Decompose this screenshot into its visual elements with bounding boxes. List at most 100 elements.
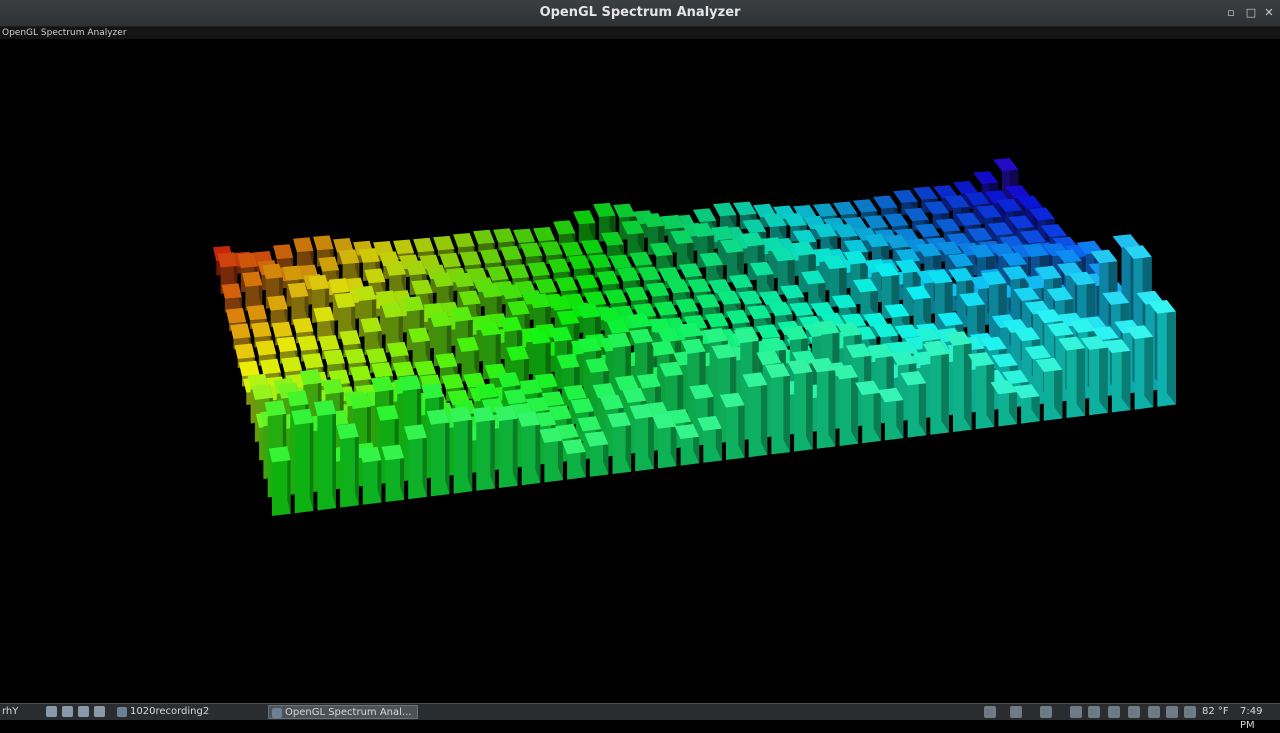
bar-top-face <box>381 444 405 461</box>
bar-top-face <box>413 237 435 253</box>
bar-top-face <box>348 393 371 409</box>
bar-top-face <box>513 228 535 243</box>
bar-top-face <box>221 283 242 299</box>
update-icon[interactable] <box>1128 706 1140 718</box>
bar-top-face <box>863 215 889 229</box>
bar-top-face <box>993 158 1019 171</box>
bar-top-face <box>414 360 437 376</box>
bar-top-face <box>693 208 717 223</box>
bar-side-face <box>332 400 336 509</box>
bar-top-face <box>459 251 482 266</box>
shield-icon[interactable] <box>1088 706 1100 718</box>
bar-top-face <box>230 323 251 339</box>
bar-top-face <box>613 203 636 218</box>
bar-side-face <box>309 408 314 511</box>
bar-top-face <box>260 358 281 375</box>
window-titlebar[interactable]: OpenGL Spectrum Analyzer ▫ □ ✕ <box>0 0 1280 27</box>
bar-top-face <box>321 378 344 395</box>
bar-top-face <box>268 446 291 463</box>
microphone-icon[interactable] <box>1166 706 1178 718</box>
bar-top-face <box>553 220 576 235</box>
bar-top-face <box>297 335 319 351</box>
spectrum-viewport[interactable] <box>0 39 1280 703</box>
task-1020recording2[interactable]: 1020recording2 <box>114 705 264 719</box>
bar-top-face <box>1112 234 1140 248</box>
bar-top-face <box>573 210 596 225</box>
task-label: 1020recording2 <box>130 706 210 717</box>
bar-top-face <box>225 308 247 324</box>
start-label: rhY <box>2 706 19 717</box>
taskbar: rhY 1020recording2 OpenGL Spectrum Anal.… <box>0 703 1280 731</box>
display-icon[interactable] <box>1040 706 1052 718</box>
bar-top-face <box>273 244 294 260</box>
terminal-icon[interactable] <box>78 706 89 717</box>
bar-top-face <box>593 202 616 218</box>
bar-top-face <box>364 268 386 284</box>
battery-icon[interactable] <box>1184 706 1196 718</box>
bar-top-face <box>833 201 858 216</box>
bar-side-face <box>783 363 790 453</box>
bar-top-face <box>713 202 737 217</box>
bar-top-face <box>318 256 339 272</box>
volume-icon[interactable] <box>1148 706 1160 718</box>
folder-icon <box>117 707 127 717</box>
bar-top-face <box>493 228 515 243</box>
bar-top-face <box>302 353 324 369</box>
show-desktop-icon[interactable] <box>46 706 57 717</box>
bar-top-face <box>242 271 263 287</box>
temperature-readout[interactable]: 82 °F <box>1202 705 1229 719</box>
bar-top-face <box>313 400 336 416</box>
bar-top-face <box>292 317 314 334</box>
bar-side-face <box>1166 300 1176 405</box>
bar-top-face <box>560 241 584 257</box>
bar-top-face <box>344 348 367 364</box>
bar-top-face <box>435 353 458 369</box>
bar-top-face <box>873 195 898 209</box>
bar-top-face <box>813 203 838 217</box>
bar-top-face <box>453 233 475 248</box>
bar-top-face <box>371 362 394 378</box>
bar-top-face <box>473 229 495 245</box>
bar-top-face <box>234 343 255 360</box>
bar-side-face <box>963 331 972 430</box>
bar-top-face <box>398 375 422 391</box>
wifi-icon[interactable] <box>1108 706 1120 718</box>
bar-top-face <box>580 239 604 254</box>
file-manager-icon[interactable] <box>62 706 73 717</box>
bar-top-face <box>318 335 340 351</box>
bar-top-face <box>251 322 272 338</box>
task-opengl-spectrum-analyzer[interactable]: OpenGL Spectrum Anal... <box>268 705 418 719</box>
window-title: OpenGL Spectrum Analyzer <box>539 5 741 20</box>
bar-top-face <box>853 199 878 213</box>
bar-top-face <box>293 237 314 253</box>
bar-top-face <box>238 360 260 377</box>
bar-top-face <box>433 235 455 251</box>
task-label: OpenGL Spectrum Anal... <box>285 707 412 718</box>
bar-top-face <box>264 400 287 417</box>
browser-icon[interactable] <box>94 706 105 717</box>
bar-top-face <box>733 201 757 216</box>
bar-top-face <box>973 171 999 185</box>
start-menu-button[interactable]: rhY <box>2 705 42 719</box>
bluetooth-icon[interactable] <box>1070 706 1082 718</box>
network-icon[interactable] <box>1010 706 1022 718</box>
maximize-icon[interactable]: □ <box>1244 6 1258 20</box>
bar-top-face <box>336 423 359 440</box>
bar-top-face <box>299 369 322 385</box>
bar-top-face <box>349 365 372 382</box>
bar-top-face <box>271 321 293 338</box>
close-icon[interactable]: ✕ <box>1262 6 1276 20</box>
spectrum-3d-scene <box>213 158 1176 516</box>
app-label: OpenGL Spectrum Analyzer <box>2 28 127 38</box>
bar-top-face <box>392 361 415 377</box>
bar-top-face <box>281 356 303 373</box>
clock[interactable]: 7:49 PM <box>1240 705 1280 731</box>
bar-side-face <box>941 341 949 433</box>
bar-top-face <box>479 249 502 264</box>
clipboard-icon[interactable] <box>984 706 996 718</box>
bar-top-face <box>267 295 288 311</box>
minimize-icon[interactable]: ▫ <box>1224 6 1238 20</box>
bar-top-face <box>359 446 382 463</box>
window-icon <box>272 708 282 718</box>
bar-top-face <box>251 384 273 400</box>
